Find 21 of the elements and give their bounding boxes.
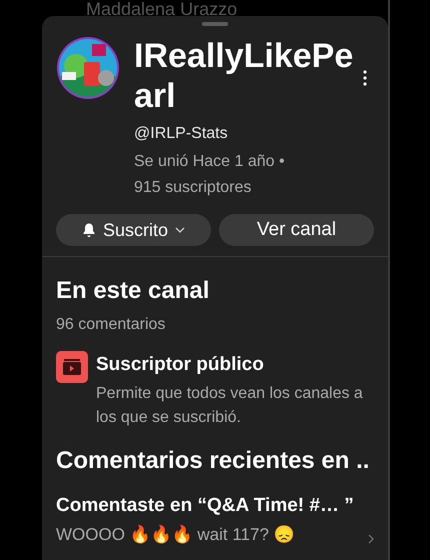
feature-title: Suscriptor público (96, 353, 265, 377)
section-title: En este canal (56, 276, 210, 306)
comment-title: Comentaste en “Q&A Time! #… ” (56, 494, 355, 518)
view-channel-button[interactable]: Ver canal (219, 214, 374, 246)
subscriber-count: 915 suscriptores (134, 178, 252, 198)
subscribed-button[interactable]: Suscrito (56, 214, 211, 246)
channel-name: IReallyLikePearl (134, 36, 354, 116)
subscriptions-icon (56, 351, 88, 383)
comment-text: WOOOO 🔥🔥🔥 wait 117? 😞 (56, 524, 296, 546)
more-options-icon[interactable] (362, 70, 368, 86)
channel-handle: @IRLP-Stats (134, 124, 229, 144)
comment-item[interactable]: Comentaste en “Q&A Time! #… ” WOOOO 🔥🔥🔥 wait 117? 😞 (56, 492, 374, 548)
chevron-down-icon (174, 226, 186, 234)
recent-comments-title: Comentarios recientes en .. (56, 446, 370, 476)
chevron-right-icon (368, 534, 374, 544)
bell-icon (80, 222, 97, 238)
background-text: Maddalena Urazzo (86, 0, 238, 21)
comment-count: 96 comentarios (56, 315, 166, 335)
joined-date: Se unió Hace 1 año • (134, 152, 286, 172)
drag-handle[interactable] (202, 22, 228, 26)
feature-description: Permite que todos vean los canales a los que se suscribió. (96, 384, 364, 428)
